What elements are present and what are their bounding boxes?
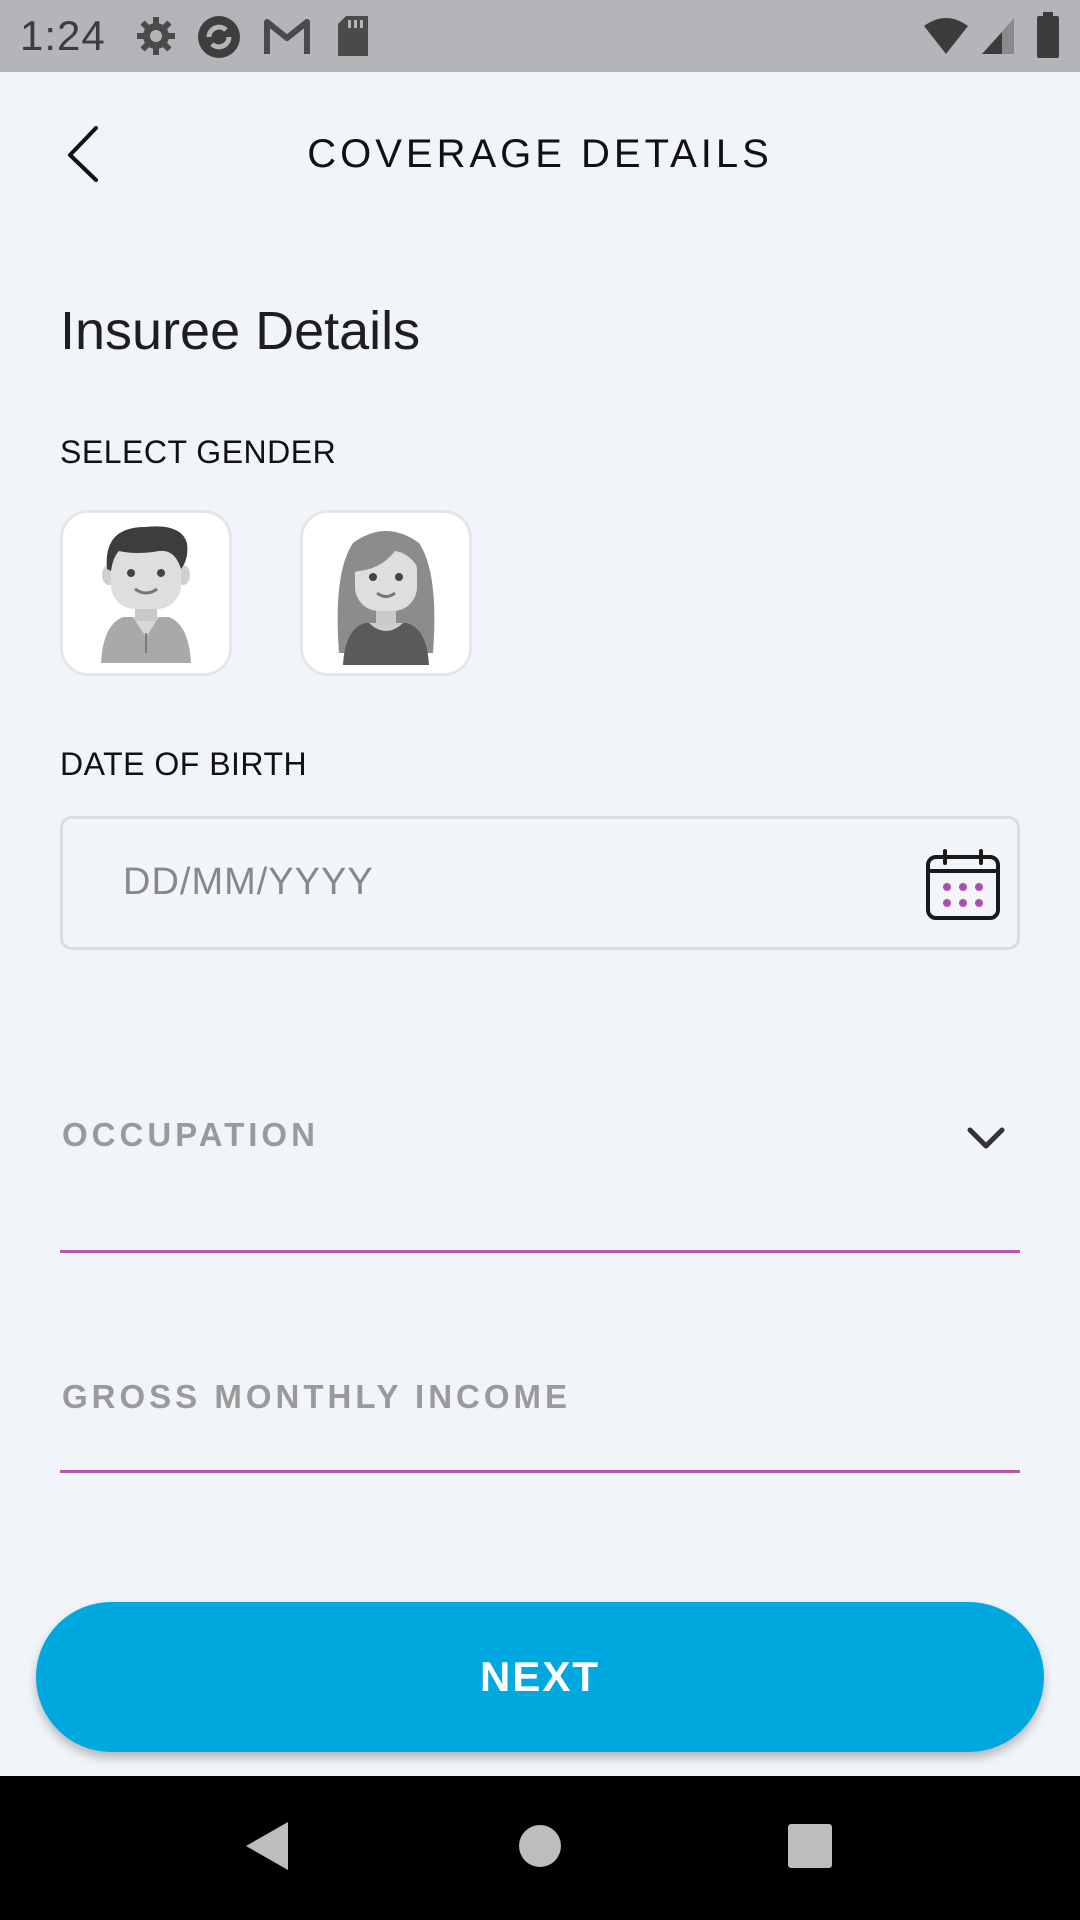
battery-icon xyxy=(1036,12,1060,63)
nav-recents-icon[interactable] xyxy=(786,1820,834,1875)
gender-male-option[interactable] xyxy=(60,510,232,676)
income-input[interactable]: GROSS MONTHLY INCOME xyxy=(60,1360,1020,1473)
signal-icon xyxy=(980,16,1016,61)
male-avatar-icon xyxy=(101,526,191,663)
sd-card-icon xyxy=(336,14,370,63)
female-avatar-icon xyxy=(337,531,435,665)
chevron-down-icon xyxy=(967,1127,1005,1149)
app-bar: COVERAGE DETAILS xyxy=(0,72,1080,242)
sync-icon xyxy=(196,14,242,65)
screen: 1:24 COVERAGE DETAILS Insuree Details SE… xyxy=(0,0,1080,1920)
nav-home-icon[interactable] xyxy=(518,1820,562,1875)
calendar-icon[interactable] xyxy=(925,849,1001,921)
nav-back-icon[interactable] xyxy=(244,1820,290,1877)
dob-placeholder: DD/MM/YYYY xyxy=(123,861,374,903)
wifi-icon xyxy=(922,16,970,61)
dob-label: DATE OF BIRTH xyxy=(60,746,308,782)
gender-female-option[interactable] xyxy=(300,510,472,676)
status-time: 1:24 xyxy=(20,12,106,59)
gmail-icon xyxy=(264,14,310,63)
income-placeholder: GROSS MONTHLY INCOME xyxy=(62,1378,572,1415)
settings-icon xyxy=(134,14,178,63)
page-title: COVERAGE DETAILS xyxy=(307,132,773,176)
status-bar: 1:24 xyxy=(0,0,1080,72)
gender-label: SELECT GENDER xyxy=(60,434,337,470)
occupation-placeholder: OCCUPATION xyxy=(62,1116,319,1153)
section-title: Insuree Details xyxy=(60,301,421,361)
occupation-dropdown[interactable]: OCCUPATION xyxy=(60,1090,1020,1253)
navigation-bar xyxy=(0,1776,1080,1920)
next-button[interactable]: NEXT xyxy=(36,1602,1044,1752)
dob-field[interactable]: DD/MM/YYYY xyxy=(60,816,1020,950)
